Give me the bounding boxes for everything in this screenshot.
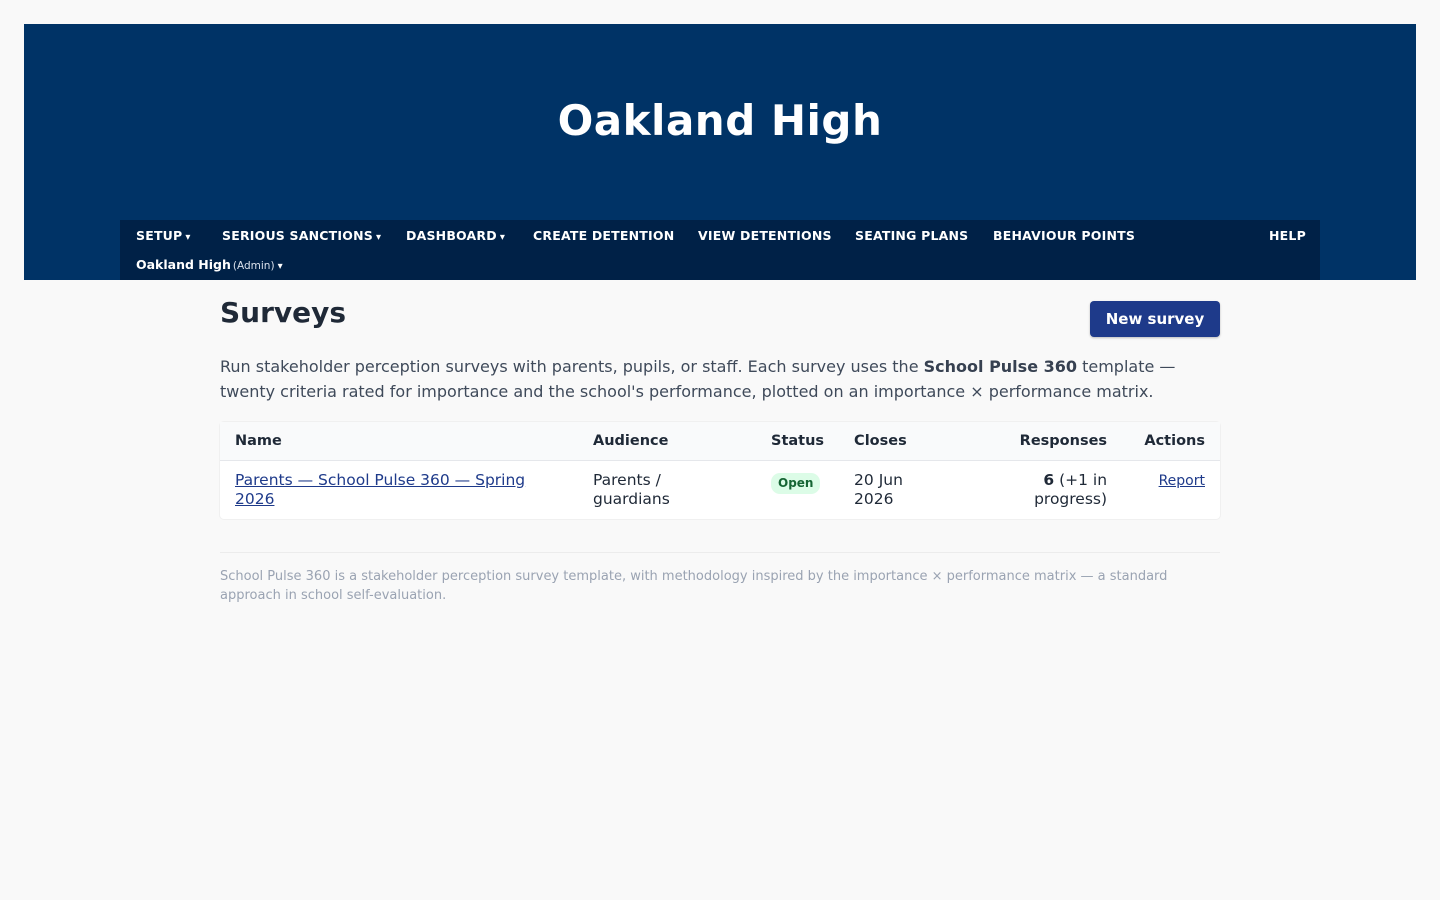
responses-count: 6 bbox=[1043, 471, 1055, 489]
report-link[interactable]: Report bbox=[1159, 473, 1205, 489]
status-badge: Open bbox=[771, 473, 821, 494]
school-title: Oakland High bbox=[557, 96, 883, 145]
nav-view-detentions[interactable]: VIEW DETENTIONS bbox=[698, 228, 832, 243]
chevron-down-icon: ▾ bbox=[185, 232, 191, 243]
app-shell: Oakland High SETUP ▾ SERIOUS SANCTIONS ▾ D… bbox=[24, 24, 1416, 280]
nav-serious-sanctions-label: SERIOUS SANCTIONS bbox=[222, 228, 373, 243]
main-nav: SETUP ▾ SERIOUS SANCTIONS ▾ DASHBOARD ▾ CRE… bbox=[120, 220, 1320, 280]
column-header-responses: Responses bbox=[959, 422, 1123, 461]
intro-text: Run stakeholder perception surveys with … bbox=[220, 354, 1210, 404]
page-title: Surveys bbox=[220, 296, 347, 329]
chevron-down-icon: ▾ bbox=[277, 261, 283, 272]
closes-cell: 20 Jun 2026 bbox=[854, 471, 903, 508]
surveys-table: Name Audience Status Closes Responses Ac… bbox=[220, 422, 1220, 519]
table-header-row: Name Audience Status Closes Responses Ac… bbox=[220, 422, 1220, 461]
survey-name-link[interactable]: Parents — School Pulse 360 — Spring 2026 bbox=[235, 471, 525, 508]
surveys-table-container: Name Audience Status Closes Responses Ac… bbox=[220, 422, 1220, 519]
nav-setup-label: SETUP bbox=[136, 228, 183, 243]
nav-create-detention[interactable]: CREATE DETENTION bbox=[533, 228, 674, 243]
nav-seating-plans[interactable]: SEATING PLANS bbox=[855, 228, 968, 243]
template-name: School Pulse 360 bbox=[923, 357, 1078, 376]
nav-serious-sanctions[interactable]: SERIOUS SANCTIONS ▾ bbox=[222, 228, 381, 243]
chevron-down-icon: ▾ bbox=[375, 232, 382, 243]
nav-behaviour-points[interactable]: BEHAVIOUR POINTS bbox=[993, 228, 1135, 243]
header-banner: Oakland High SETUP ▾ SERIOUS SANCTIONS ▾ D… bbox=[24, 24, 1416, 280]
table-row: Parents — School Pulse 360 — Spring 2026… bbox=[220, 461, 1220, 520]
column-header-status: Status bbox=[756, 422, 840, 461]
nav-help[interactable]: HELP bbox=[1269, 228, 1306, 243]
footer-note: School Pulse 360 is a stakeholder percep… bbox=[220, 569, 1168, 603]
column-header-name: Name bbox=[220, 422, 578, 461]
nav-dashboard[interactable]: DASHBOARD ▾ bbox=[406, 228, 505, 243]
intro-text-start: Run stakeholder perception surveys with … bbox=[220, 357, 924, 376]
school-switcher-label: Oakland High bbox=[136, 257, 231, 272]
responses-cell: 6 (+1 in progress) bbox=[959, 461, 1122, 520]
school-switcher[interactable]: Oakland High (Admin) ▾ bbox=[136, 257, 283, 272]
column-header-audience: Audience bbox=[578, 422, 756, 461]
actions-cell: Report bbox=[1122, 461, 1220, 520]
status-cell: Open bbox=[756, 461, 839, 520]
nav-setup[interactable]: SETUP ▾ bbox=[136, 228, 191, 243]
nav-dashboard-label: DASHBOARD bbox=[406, 228, 497, 243]
chevron-down-icon: ▾ bbox=[499, 232, 506, 243]
new-survey-button[interactable]: New survey bbox=[1090, 301, 1220, 337]
column-header-actions: Actions bbox=[1122, 422, 1220, 461]
column-header-closes: Closes bbox=[839, 422, 960, 461]
footer-divider bbox=[220, 552, 1220, 553]
audience-cell: Parents / guardians bbox=[593, 471, 670, 508]
role-label: (Admin) bbox=[232, 260, 275, 272]
survey-name-cell: Parents — School Pulse 360 — Spring 2026 bbox=[220, 461, 578, 520]
